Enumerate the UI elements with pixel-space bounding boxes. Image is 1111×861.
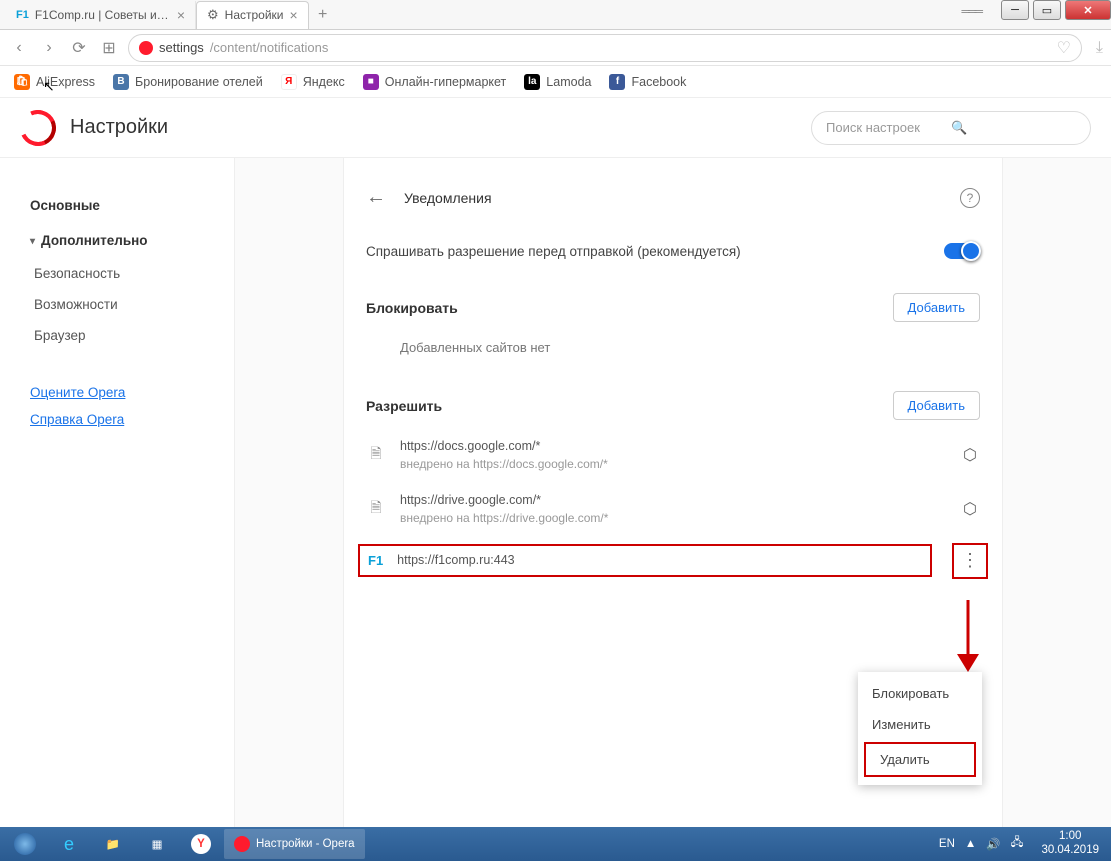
search-placeholder: Поиск настроек xyxy=(826,120,951,135)
window-controls: ─ ▭ ✕ xyxy=(1001,0,1111,20)
url-host: settings xyxy=(159,40,204,55)
cube-icon[interactable]: ⬡ xyxy=(960,445,980,465)
site-sub: внедрено на https://docs.google.com/* xyxy=(400,456,946,473)
bookmarks-bar: 🛍AliExpress BБронирование отелей ЯЯндекс… xyxy=(0,66,1111,98)
f1-icon: F1 xyxy=(368,553,383,568)
settings-search-input[interactable]: Поиск настроек 🔍 xyxy=(811,111,1091,145)
url-path: /content/notifications xyxy=(210,40,329,55)
reload-button[interactable]: ⟳ xyxy=(68,37,90,59)
sidebar-link-help[interactable]: Справка Opera xyxy=(30,406,234,433)
block-add-button[interactable]: Добавить xyxy=(893,293,980,322)
address-bar[interactable]: settings/content/notifications ♡ xyxy=(128,34,1082,62)
settings-header: Настройки Поиск настроек 🔍 xyxy=(0,98,1111,158)
clock-date: 30.04.2019 xyxy=(1041,844,1099,858)
taskbar-yandex-icon[interactable]: Y xyxy=(180,829,222,859)
downloads-icon[interactable]: ⤓ xyxy=(1096,39,1103,57)
allow-heading: Разрешить xyxy=(366,398,893,414)
page-title: Настройки xyxy=(70,116,168,139)
maximize-button[interactable]: ▭ xyxy=(1033,0,1061,20)
site-url: https://f1comp.ru:443 xyxy=(397,552,922,570)
bookmark-aliexpress[interactable]: 🛍AliExpress xyxy=(14,74,95,90)
allow-site-row: 🗎 https://docs.google.com/* внедрено на … xyxy=(344,428,1002,482)
sidebar-item-advanced[interactable]: Дополнительно xyxy=(30,223,234,258)
bookmark-facebook[interactable]: fFacebook xyxy=(609,74,686,90)
document-icon: 🗎 xyxy=(366,499,386,519)
taskbar-clock[interactable]: 1:00 30.04.2019 xyxy=(1033,830,1107,858)
allow-add-button[interactable]: Добавить xyxy=(893,391,980,420)
task-label: Настройки - Opera xyxy=(256,838,355,850)
tab-f1comp[interactable]: F1 F1Comp.ru | Советы и лайф × xyxy=(6,1,196,29)
bookmark-yandex[interactable]: ЯЯндекс xyxy=(281,74,345,90)
bookmark-lamoda[interactable]: laLamoda xyxy=(524,74,591,90)
gear-icon: ⚙ xyxy=(207,7,219,23)
allow-site-row: 🗎 https://drive.google.com/* внедрено на… xyxy=(344,482,1002,536)
site-sub: внедрено на https://drive.google.com/* xyxy=(400,510,946,527)
f1-icon: F1 xyxy=(16,9,29,21)
sidebar: Основные Дополнительно Безопасность Возм… xyxy=(0,158,235,827)
ask-permission-row: Спрашивать разрешение перед отправкой (р… xyxy=(344,227,1002,275)
panel-title: Уведомления xyxy=(404,190,960,206)
speed-dial-button[interactable]: ⊞ xyxy=(98,37,120,59)
ask-permission-toggle[interactable] xyxy=(944,243,980,259)
opera-logo-icon xyxy=(15,104,61,150)
block-heading: Блокировать xyxy=(366,300,893,316)
tab-bar: F1 F1Comp.ru | Советы и лайф × ⚙ Настрой… xyxy=(0,0,1111,30)
sidebar-item-security[interactable]: Безопасность xyxy=(30,258,234,289)
context-menu: Блокировать Изменить Удалить xyxy=(858,672,982,785)
cube-icon[interactable]: ⬡ xyxy=(960,499,980,519)
opera-icon xyxy=(234,836,250,852)
block-empty-message: Добавленных сайтов нет xyxy=(344,330,1002,373)
ctx-delete[interactable]: Удалить xyxy=(864,742,976,777)
bookmark-booking[interactable]: BБронирование отелей xyxy=(113,74,263,90)
allow-site-row-highlighted: F1 https://f1comp.ru:443 xyxy=(358,544,932,578)
taskbar-explorer-icon[interactable]: 📁 xyxy=(92,829,134,859)
sidebar-link-rate[interactable]: Оцените Opera xyxy=(30,379,234,406)
taskbar-totalcmd-icon[interactable]: ▦ xyxy=(136,829,178,859)
forward-button[interactable]: › xyxy=(38,37,60,59)
close-icon[interactable]: × xyxy=(177,7,185,23)
toolbar: ‹ › ⟳ ⊞ settings/content/notifications ♡… xyxy=(0,30,1111,66)
tray-volume-icon[interactable]: 🔊 xyxy=(986,837,1000,851)
back-arrow-icon[interactable]: ← xyxy=(366,186,386,209)
close-button[interactable]: ✕ xyxy=(1065,0,1111,20)
search-icon: 🔍 xyxy=(951,120,1076,136)
sidebar-item-basic[interactable]: Основные xyxy=(30,188,234,223)
clock-time: 1:00 xyxy=(1041,830,1099,844)
annotation-arrow-icon xyxy=(953,600,983,676)
tab-title: F1Comp.ru | Советы и лайф xyxy=(35,8,171,22)
more-menu-button[interactable]: ⋮ xyxy=(952,543,988,579)
window-grip: ═══ xyxy=(961,4,981,18)
opera-icon xyxy=(139,41,153,55)
new-tab-button[interactable]: + xyxy=(309,6,337,24)
close-icon[interactable]: × xyxy=(290,7,298,23)
ctx-block[interactable]: Блокировать xyxy=(858,678,982,709)
system-tray: EN ▲ 🔊 🖧 xyxy=(931,835,1032,854)
back-button[interactable]: ‹ xyxy=(8,37,30,59)
site-url: https://drive.google.com/* xyxy=(400,492,946,510)
tab-settings[interactable]: ⚙ Настройки × xyxy=(196,1,309,29)
ctx-edit[interactable]: Изменить xyxy=(858,709,982,740)
taskbar: e 📁 ▦ Y Настройки - Opera EN ▲ 🔊 🖧 1:00 … xyxy=(0,827,1111,861)
sidebar-item-features[interactable]: Возможности xyxy=(30,289,234,320)
tab-title: Настройки xyxy=(225,8,284,22)
taskbar-task-opera[interactable]: Настройки - Opera xyxy=(224,829,365,859)
help-icon[interactable]: ? xyxy=(960,188,980,208)
lang-indicator[interactable]: EN xyxy=(939,838,955,850)
bookmark-icon[interactable]: ♡ xyxy=(1057,38,1071,58)
minimize-button[interactable]: ─ xyxy=(1001,0,1029,20)
sidebar-item-browser[interactable]: Браузер xyxy=(30,320,234,351)
ask-permission-label: Спрашивать разрешение перед отправкой (р… xyxy=(366,244,944,259)
tray-flag-icon[interactable]: ▲ xyxy=(965,838,976,850)
taskbar-ie-icon[interactable]: e xyxy=(48,829,90,859)
tray-network-icon[interactable]: 🖧 xyxy=(1011,835,1024,854)
start-button[interactable] xyxy=(4,829,46,859)
document-icon: 🗎 xyxy=(366,445,386,465)
site-url: https://docs.google.com/* xyxy=(400,438,946,456)
bookmark-hypermarket[interactable]: ■Онлайн-гипермаркет xyxy=(363,74,507,90)
